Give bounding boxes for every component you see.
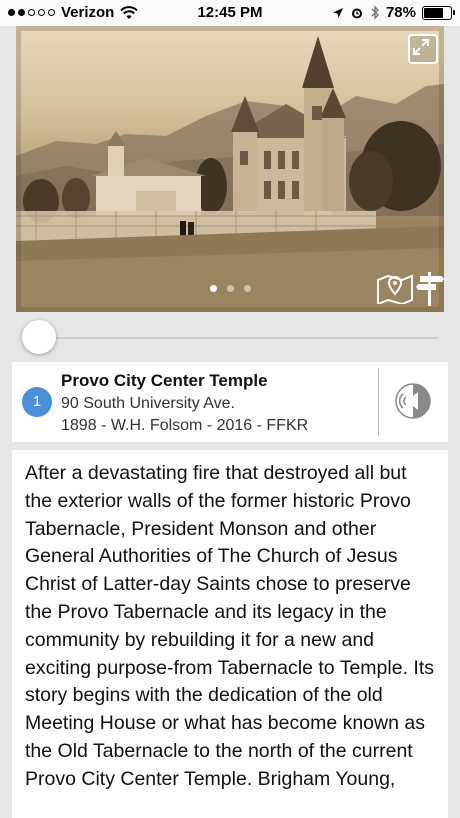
alarm-icon bbox=[351, 8, 362, 18]
place-title: Provo City Center Temple bbox=[61, 371, 268, 390]
expand-button[interactable] bbox=[408, 34, 438, 64]
expand-icon bbox=[413, 39, 429, 55]
battery-percent: 78% bbox=[385, 4, 416, 21]
slider-track[interactable] bbox=[42, 337, 438, 339]
battery-fill bbox=[424, 7, 443, 18]
audio-speaker-icon bbox=[395, 383, 431, 419]
place-credits: 1898 - W.H. Folsom - 2016 - FFKR bbox=[61, 417, 309, 434]
audio-progress-slider[interactable] bbox=[22, 320, 438, 356]
carousel-dot[interactable] bbox=[243, 285, 251, 292]
card-divider bbox=[378, 368, 379, 436]
place-address: 90 South University Ave. bbox=[61, 395, 236, 412]
temple-photo-illustration bbox=[16, 26, 444, 312]
location-arrow-icon bbox=[332, 7, 343, 18]
map-pin-icon bbox=[377, 274, 413, 306]
battery-icon bbox=[422, 5, 455, 20]
place-description[interactable]: After a devastating fire that destroyed … bbox=[12, 450, 448, 818]
carousel-dot[interactable] bbox=[226, 285, 234, 292]
status-bar: Verizon 12:45 PM 78% bbox=[0, 0, 460, 26]
slider-thumb[interactable] bbox=[22, 320, 56, 354]
place-info-card[interactable]: 1 Provo City Center Temple 90 South Univ… bbox=[12, 362, 448, 442]
status-right: 78% bbox=[332, 4, 455, 21]
place-number-badge: 1 bbox=[22, 387, 52, 417]
map-button[interactable] bbox=[376, 272, 414, 306]
signpost-button[interactable] bbox=[416, 270, 444, 306]
audio-play-button[interactable] bbox=[394, 382, 432, 420]
bluetooth-icon bbox=[371, 5, 379, 20]
historic-photo[interactable] bbox=[16, 26, 444, 312]
signpost-icon bbox=[416, 272, 444, 306]
carousel-dot[interactable] bbox=[209, 285, 217, 292]
description-text: After a devastating fire that destroyed … bbox=[25, 462, 434, 790]
